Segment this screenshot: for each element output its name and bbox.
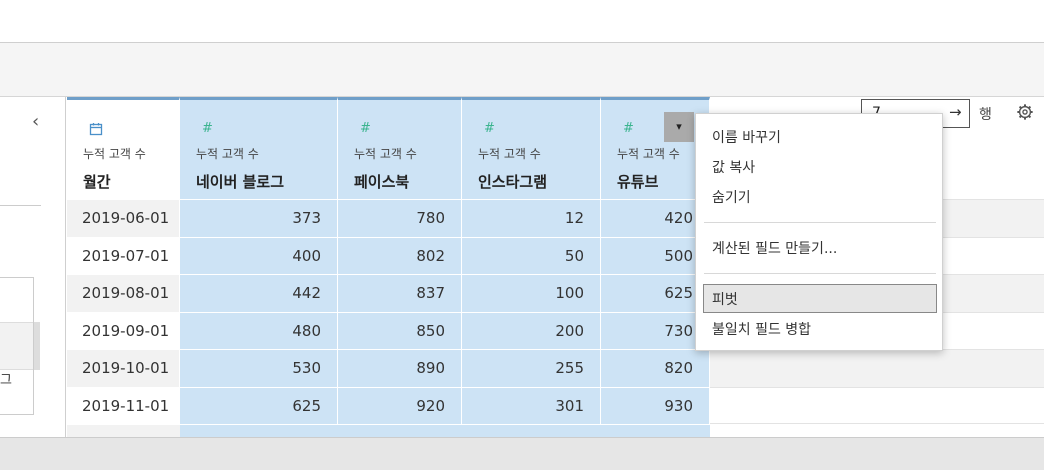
column-context-menu: 이름 바꾸기 값 복사 숨기기 계산된 필드 만들기... 피벗 불일치 필드 …: [695, 113, 943, 351]
number-hash-icon: #: [360, 121, 371, 136]
column-subtitle: 누적 고객 수: [196, 147, 259, 161]
menu-divider: [704, 222, 936, 223]
table-cell-partial: [338, 424, 462, 437]
number-hash-icon: #: [484, 121, 495, 136]
column-name: 네이버 블로그: [196, 173, 285, 191]
table-cell: 920: [338, 386, 462, 424]
table-cell-partial: [601, 424, 710, 437]
table-cell: 480: [180, 311, 338, 349]
column-subtitle: 누적 고객 수: [478, 147, 541, 161]
table-cell: 301: [462, 386, 601, 424]
column-name: 페이스북: [354, 173, 410, 191]
table-cell: 930: [601, 386, 710, 424]
number-hash-icon: #: [202, 121, 213, 136]
table-cell: 530: [180, 349, 338, 387]
column-name: 인스타그램: [478, 173, 548, 191]
table-cell: 420: [601, 199, 710, 237]
menu-item-pivot-highlight[interactable]: [703, 284, 937, 313]
table-cell: 730: [601, 311, 710, 349]
column-header-instagram[interactable]: # 누적 고객 수 인스타그램: [462, 97, 601, 199]
toolbar: 7 → 행: [0, 43, 1044, 128]
menu-item-pivot[interactable]: 피벗: [712, 289, 738, 309]
bottom-bar: [0, 437, 1044, 470]
column-subtitle: 누적 고객 수: [354, 147, 417, 161]
column-facebook: # 누적 고객 수 페이스북 780 802 837 850 890 920: [338, 97, 462, 437]
table-cell: 820: [601, 349, 710, 387]
table-cell: 500: [601, 236, 710, 274]
column-instagram: # 누적 고객 수 인스타그램 12 50 100 200 255 301: [462, 97, 601, 437]
table-row-extension: [710, 386, 1044, 424]
table-cell: 2019-06-01: [67, 199, 180, 237]
left-panel: ‹ 그: [0, 97, 66, 437]
menu-item-hide[interactable]: 숨기기: [712, 187, 751, 207]
left-panel-divider: [0, 205, 41, 206]
table-cell: 2019-09-01: [67, 311, 180, 349]
column-youtube: # 누적 고객 수 유튜브 420 500 625 730 820 930: [601, 97, 710, 437]
table-cell: 2019-08-01: [67, 274, 180, 312]
table-cell: 625: [601, 274, 710, 312]
number-hash-icon: #: [623, 121, 634, 136]
table-cell: 100: [462, 274, 601, 312]
column-subtitle: 누적 고객 수: [83, 147, 146, 161]
table-cell: 837: [338, 274, 462, 312]
table-cell: 850: [338, 311, 462, 349]
table-cell-partial: [67, 424, 180, 437]
calendar-icon: [89, 123, 103, 136]
column-naver-blog: # 누적 고객 수 네이버 블로그 373 400 442 480 530 62…: [180, 97, 338, 437]
table-cell: 802: [338, 236, 462, 274]
menu-item-merge-mismatched-fields[interactable]: 불일치 필드 병합: [712, 319, 811, 339]
left-panel-item-text: 그: [0, 373, 12, 388]
column-header-month[interactable]: 누적 고객 수 월간: [67, 97, 180, 199]
left-panel-list: 그: [0, 277, 40, 415]
table-cell: 2019-10-01: [67, 349, 180, 387]
table-cell: 2019-07-01: [67, 236, 180, 274]
table-cell: 890: [338, 349, 462, 387]
table-cell: 255: [462, 349, 601, 387]
gear-icon[interactable]: [1016, 103, 1034, 121]
column-header-naver-blog[interactable]: # 누적 고객 수 네이버 블로그: [180, 97, 338, 199]
table-cell: 50: [462, 236, 601, 274]
collapse-chevron-left-icon[interactable]: ‹: [32, 111, 39, 132]
column-header-facebook[interactable]: # 누적 고객 수 페이스북: [338, 97, 462, 199]
left-panel-scrollbar[interactable]: [34, 322, 40, 370]
column-subtitle: 누적 고객 수: [617, 147, 680, 161]
menu-item-create-calculated-field[interactable]: 계산된 필드 만들기...: [712, 238, 837, 258]
table-cell: 400: [180, 236, 338, 274]
table-cell: 2019-11-01: [67, 386, 180, 424]
column-name: 월간: [83, 173, 111, 191]
table-cell-partial: [180, 424, 338, 437]
menu-item-copy-values[interactable]: 값 복사: [712, 157, 755, 177]
top-bar: [0, 0, 1044, 43]
menu-item-rename[interactable]: 이름 바꾸기: [712, 127, 781, 147]
table-cell: 12: [462, 199, 601, 237]
table-row-extension: [710, 349, 1044, 387]
column-name: 유튜브: [617, 173, 659, 191]
left-panel-list-item[interactable]: [0, 322, 33, 370]
menu-divider: [704, 273, 936, 274]
table-cell: 780: [338, 199, 462, 237]
rows-label: 행: [979, 107, 992, 123]
table-cell: 625: [180, 386, 338, 424]
table-cell: 373: [180, 199, 338, 237]
table-cell: 200: [462, 311, 601, 349]
column-month: 누적 고객 수 월간 2019-06-01 2019-07-01 2019-08…: [67, 97, 180, 437]
table-cell-partial: [462, 424, 601, 437]
table-cell: 442: [180, 274, 338, 312]
apply-rows-arrow-icon[interactable]: →: [949, 103, 962, 121]
column-menu-dropdown-button[interactable]: ▾: [664, 112, 694, 142]
